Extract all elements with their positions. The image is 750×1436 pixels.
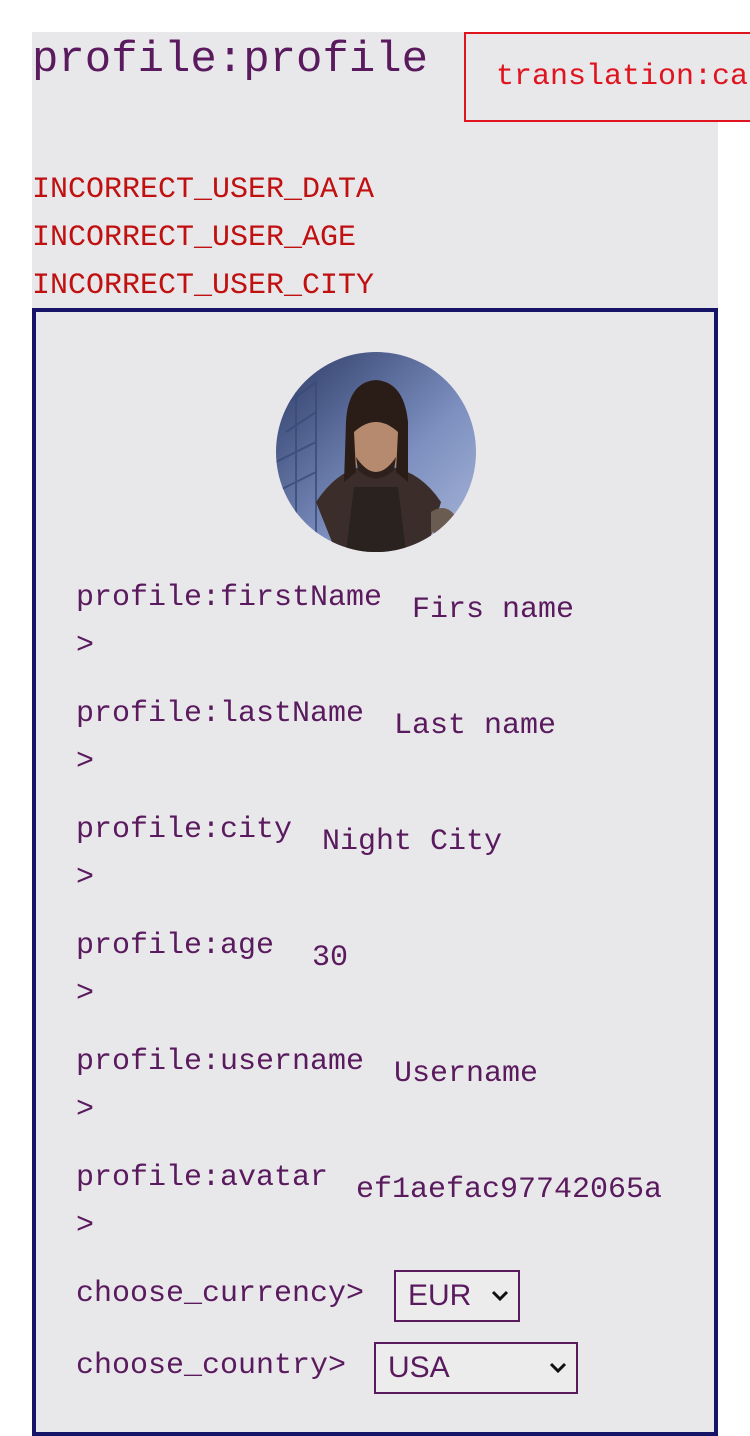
city-label: profile:city >	[76, 813, 293, 895]
error-text: INCORRECT_USER_CITY	[32, 269, 375, 303]
avatar	[276, 352, 476, 552]
cancel-button[interactable]: translation:cancel	[464, 32, 750, 122]
last-name-label: profile:lastName >	[76, 697, 365, 779]
country-row: choose_country>	[76, 1342, 346, 1390]
age-label: profile:age >	[76, 929, 275, 1011]
avatar-input[interactable]: ef1aefac97742065a	[356, 1166, 674, 1214]
error-text: INCORRECT_USER_DATA	[32, 173, 375, 207]
chevron-down-icon	[491, 1290, 509, 1302]
last-name-input[interactable]: Last name	[394, 702, 654, 750]
city-field: profile:city > Night City	[76, 806, 502, 902]
first-name-input[interactable]: Firs name	[412, 586, 672, 634]
country-value: USA	[388, 1351, 450, 1384]
currency-value: EUR	[408, 1279, 472, 1312]
username-field: profile:username > Username	[76, 1038, 538, 1134]
age-field: profile:age > 30	[76, 922, 348, 1018]
currency-select[interactable]: EUR	[394, 1270, 520, 1322]
profile-card: profile:firstName > Firs name profile:la…	[32, 308, 718, 1436]
username-input[interactable]: Username	[394, 1050, 654, 1098]
first-name-field: profile:firstName > Firs name	[76, 574, 574, 670]
first-name-label: profile:firstName >	[76, 581, 383, 663]
username-label: profile:username >	[76, 1045, 365, 1127]
error-list: INCORRECT_USER_DATA INCORRECT_USER_AGE I…	[32, 166, 374, 310]
error-text: INCORRECT_USER_AGE	[32, 221, 357, 255]
age-input[interactable]: 30	[312, 934, 572, 982]
avatar-label: profile:avatar >	[76, 1161, 329, 1243]
avatar-field: profile:avatar > ef1aefac97742065a	[76, 1154, 662, 1250]
city-input[interactable]: Night City	[322, 818, 582, 866]
currency-label: choose_currency>	[76, 1277, 365, 1311]
last-name-field: profile:lastName > Last name	[76, 690, 556, 786]
page-title: profile:profile	[32, 35, 429, 85]
currency-row: choose_currency>	[76, 1270, 364, 1318]
chevron-down-icon	[549, 1362, 567, 1374]
country-label: choose_country>	[76, 1349, 347, 1383]
country-select[interactable]: USA	[374, 1342, 578, 1394]
